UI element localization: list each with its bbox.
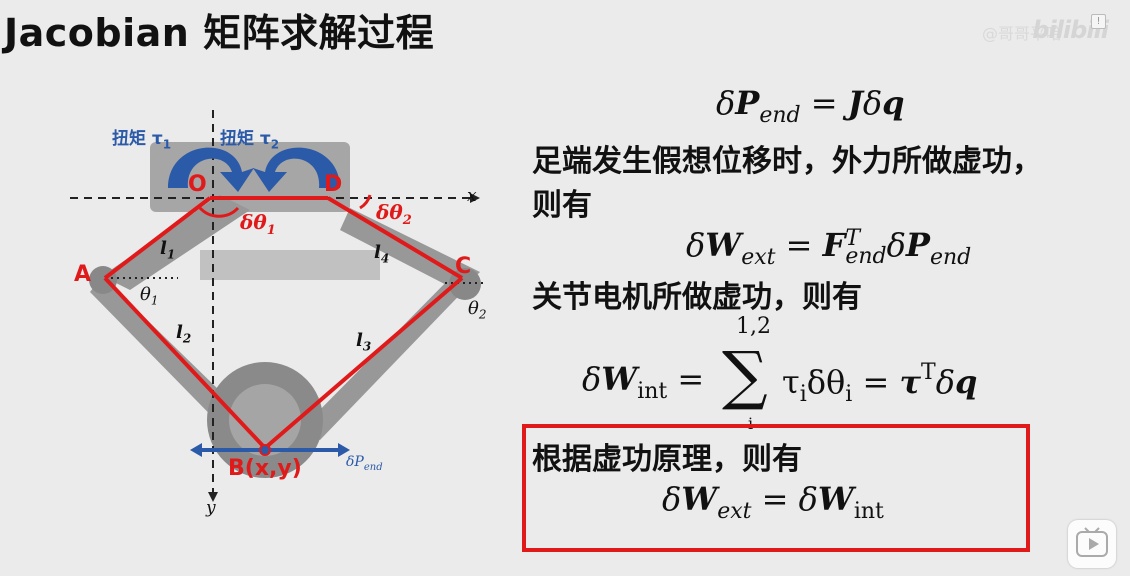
text-then-1: 则有 <box>532 188 592 223</box>
y-axis-label: y <box>206 498 216 518</box>
sum-upper-limit: 1,2 <box>736 314 771 339</box>
equation-2: δWext = F Tend δPend <box>686 225 972 270</box>
theta1-label: θ1 <box>140 284 159 308</box>
equation-3-lhs: δWint = <box>582 360 705 404</box>
point-A-label: A <box>74 262 92 287</box>
equation-4: δWext = δWint <box>662 480 884 524</box>
l3-label: l3 <box>356 330 372 354</box>
dtheta1-label: δθ1 <box>240 210 276 238</box>
summation-symbol: ∑ <box>722 339 768 413</box>
dP-end-label: δPend <box>346 454 383 473</box>
point-B-label: B(x,y) <box>228 456 302 481</box>
point-O-label: O <box>188 172 207 197</box>
text-joint-motor-work: 关节电机所做虚功，则有 <box>532 280 862 315</box>
l4-label: l4 <box>374 242 390 266</box>
theta2-label: θ2 <box>468 298 487 322</box>
torque2-label: 扭矩 τ2 <box>220 129 280 152</box>
point-C-label: C <box>455 254 472 279</box>
page-title: Jacobian 矩阵求解过程 <box>4 11 435 55</box>
point-D-label: D <box>324 172 343 197</box>
equation-1: δPend = Jδq <box>716 84 905 128</box>
l1-label: l1 <box>160 238 176 262</box>
play-button[interactable] <box>1068 520 1116 568</box>
equation-3-rhs: τiδθi = τTδq <box>782 360 978 407</box>
text-virtual-work-principle: 根据虚功原理，则有 <box>532 442 802 477</box>
info-icon[interactable]: ! <box>1091 14 1106 29</box>
dtheta2-label: δθ2 <box>376 200 412 228</box>
torque1-label: 扭矩 τ1 <box>112 129 172 152</box>
text-virtual-displacement: 足端发生假想位移时，外力所做虚功， <box>532 144 1042 179</box>
x-axis-label: x <box>467 186 477 206</box>
play-icon <box>1076 527 1108 557</box>
l2-label: l2 <box>176 322 192 346</box>
